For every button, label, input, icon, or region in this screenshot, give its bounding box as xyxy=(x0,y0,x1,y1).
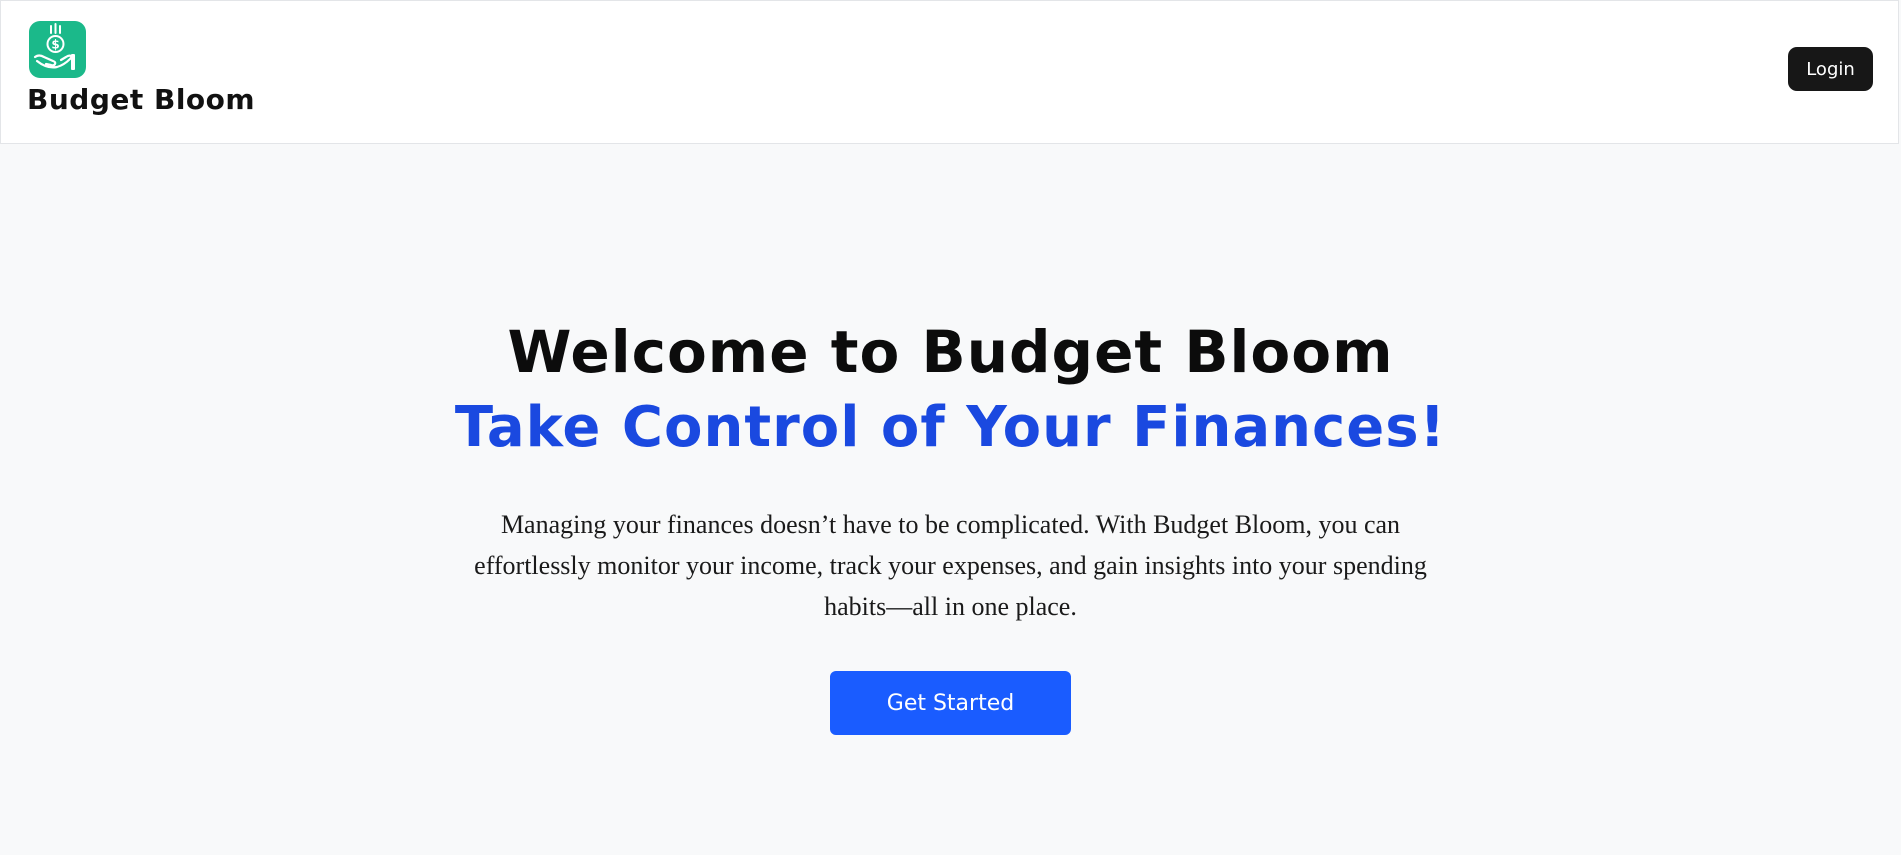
get-started-button[interactable]: Get Started xyxy=(830,671,1071,735)
navbar: $ Budget Bloom Login xyxy=(0,0,1899,144)
hero-description: Managing your finances doesn’t have to b… xyxy=(474,510,1427,621)
brand[interactable]: $ Budget Bloom xyxy=(27,21,255,116)
login-button[interactable]: Login xyxy=(1788,47,1873,91)
brand-name: Budget Bloom xyxy=(27,83,256,116)
hero-section: Welcome to Budget Bloom Take Control of … xyxy=(0,144,1901,735)
hand-holding-dollar-coin-icon: $ xyxy=(29,21,86,78)
hero-title: Welcome to Budget Bloom xyxy=(507,318,1394,386)
hero-subtitle: Take Control of Your Finances! xyxy=(454,395,1447,460)
svg-text:$: $ xyxy=(51,38,59,52)
